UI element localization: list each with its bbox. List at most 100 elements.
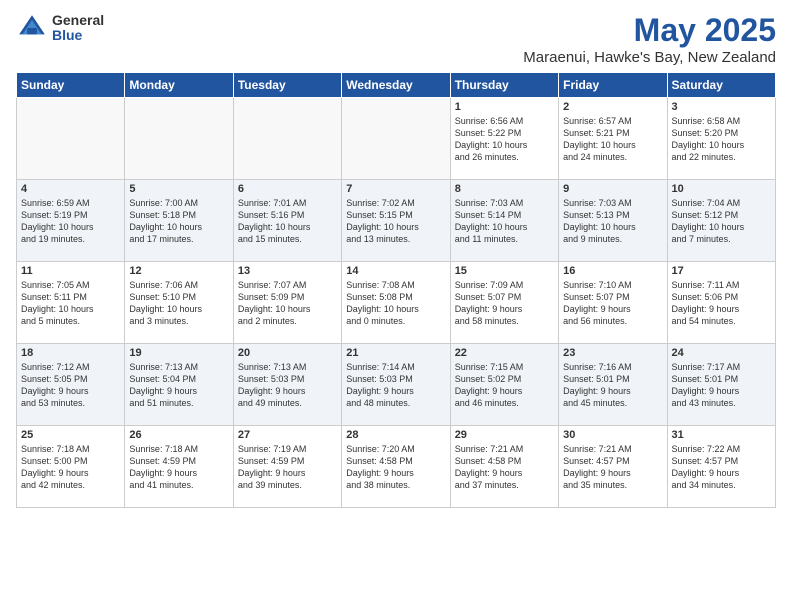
day-number: 27 [238,429,337,441]
day-info: Sunrise: 7:18 AM Sunset: 4:59 PM Dayligh… [129,443,228,492]
day-info: Sunrise: 7:12 AM Sunset: 5:05 PM Dayligh… [21,361,120,410]
day-info: Sunrise: 7:02 AM Sunset: 5:15 PM Dayligh… [346,197,445,246]
col-monday: Monday [125,73,233,98]
day-number: 28 [346,429,445,441]
table-row: 17 Sunrise: 7:11 AM Sunset: 5:06 PM Dayli… [667,262,775,344]
table-row: 1Sunrise: 6:56 AM Sunset: 5:22 PM Daylig… [450,98,558,180]
day-info: Sunrise: 6:58 AM Sunset: 5:20 PM Dayligh… [672,115,771,164]
day-info: Sunrise: 7:06 AM Sunset: 5:10 PM Dayligh… [129,279,228,328]
day-number: 31 [672,429,771,441]
day-info: Sunrise: 7:10 AM Sunset: 5:07 PM Dayligh… [563,279,662,328]
day-info: Sunrise: 6:57 AM Sunset: 5:21 PM Dayligh… [563,115,662,164]
day-number: 15 [455,265,554,277]
day-number: 24 [672,347,771,359]
calendar-week-row: 11 Sunrise: 7:05 AM Sunset: 5:11 PM Dayli… [17,262,776,344]
table-row: 8 Sunrise: 7:03 AM Sunset: 5:14 PM Daylig… [450,180,558,262]
day-info: Sunrise: 6:59 AM Sunset: 5:19 PM Dayligh… [21,197,120,246]
day-number: 23 [563,347,662,359]
table-row: 30 Sunrise: 7:21 AM Sunset: 4:57 PM Dayli… [559,426,667,508]
calendar-table: Sunday Monday Tuesday Wednesday Thursday… [16,72,776,508]
day-number: 17 [672,265,771,277]
day-info: Sunrise: 7:14 AM Sunset: 5:03 PM Dayligh… [346,361,445,410]
logo-icon [16,12,48,44]
table-row: 11 Sunrise: 7:05 AM Sunset: 5:11 PM Dayli… [17,262,125,344]
col-sunday: Sunday [17,73,125,98]
day-info: Sunrise: 7:03 AM Sunset: 5:13 PM Dayligh… [563,197,662,246]
table-row: 27Sunrise: 7:19 AM Sunset: 4:59 PM Dayli… [233,426,341,508]
col-wednesday: Wednesday [342,73,450,98]
day-info: Sunrise: 7:22 AM Sunset: 4:57 PM Dayligh… [672,443,771,492]
table-row [125,98,233,180]
day-number: 22 [455,347,554,359]
table-row: 20 Sunrise: 7:13 AM Sunset: 5:03 PM Dayli… [233,344,341,426]
table-row: 14 Sunrise: 7:08 AM Sunset: 5:08 PM Dayli… [342,262,450,344]
table-row [17,98,125,180]
table-row: 23 Sunrise: 7:16 AM Sunset: 5:01 PM Dayli… [559,344,667,426]
calendar-page: General Blue May 2025 Maraenui, Hawke's … [0,0,792,612]
day-number: 14 [346,265,445,277]
day-number: 4 [21,183,120,195]
day-info: Sunrise: 7:13 AM Sunset: 5:04 PM Dayligh… [129,361,228,410]
table-row: 29 Sunrise: 7:21 AM Sunset: 4:58 PM Dayli… [450,426,558,508]
day-number: 20 [238,347,337,359]
table-row: 22 Sunrise: 7:15 AM Sunset: 5:02 PM Dayli… [450,344,558,426]
day-number: 16 [563,265,662,277]
day-number: 29 [455,429,554,441]
logo-blue-text: Blue [52,28,104,43]
table-row: 13 Sunrise: 7:07 AM Sunset: 5:09 PM Dayli… [233,262,341,344]
table-row: 6Sunrise: 7:01 AM Sunset: 5:16 PM Daylig… [233,180,341,262]
col-friday: Friday [559,73,667,98]
calendar-week-row: 1Sunrise: 6:56 AM Sunset: 5:22 PM Daylig… [17,98,776,180]
day-number: 11 [21,265,120,277]
day-number: 25 [21,429,120,441]
day-info: Sunrise: 7:03 AM Sunset: 5:14 PM Dayligh… [455,197,554,246]
day-number: 1 [455,101,554,113]
day-info: Sunrise: 7:00 AM Sunset: 5:18 PM Dayligh… [129,197,228,246]
table-row: 19 Sunrise: 7:13 AM Sunset: 5:04 PM Dayli… [125,344,233,426]
day-info: Sunrise: 7:21 AM Sunset: 4:58 PM Dayligh… [455,443,554,492]
day-info: Sunrise: 7:05 AM Sunset: 5:11 PM Dayligh… [21,279,120,328]
logo-text: General Blue [52,13,104,44]
day-info: Sunrise: 7:13 AM Sunset: 5:03 PM Dayligh… [238,361,337,410]
day-number: 30 [563,429,662,441]
table-row: 15 Sunrise: 7:09 AM Sunset: 5:07 PM Dayli… [450,262,558,344]
table-row: 3Sunrise: 6:58 AM Sunset: 5:20 PM Daylig… [667,98,775,180]
day-info: Sunrise: 7:17 AM Sunset: 5:01 PM Dayligh… [672,361,771,410]
calendar-week-row: 4 Sunrise: 6:59 AM Sunset: 5:19 PM Daylig… [17,180,776,262]
location-text: Maraenui, Hawke's Bay, New Zealand [523,49,776,66]
day-info: Sunrise: 7:20 AM Sunset: 4:58 PM Dayligh… [346,443,445,492]
month-title: May 2025 [523,12,776,49]
day-info: Sunrise: 7:16 AM Sunset: 5:01 PM Dayligh… [563,361,662,410]
table-row [233,98,341,180]
day-number: 10 [672,183,771,195]
day-info: Sunrise: 7:09 AM Sunset: 5:07 PM Dayligh… [455,279,554,328]
day-info: Sunrise: 7:08 AM Sunset: 5:08 PM Dayligh… [346,279,445,328]
table-row: 26Sunrise: 7:18 AM Sunset: 4:59 PM Dayli… [125,426,233,508]
table-row: 25Sunrise: 7:18 AM Sunset: 5:00 PM Dayli… [17,426,125,508]
table-row: 28 Sunrise: 7:20 AM Sunset: 4:58 PM Dayli… [342,426,450,508]
day-number: 8 [455,183,554,195]
day-info: Sunrise: 7:04 AM Sunset: 5:12 PM Dayligh… [672,197,771,246]
table-row [342,98,450,180]
table-row: 10 Sunrise: 7:04 AM Sunset: 5:12 PM Dayli… [667,180,775,262]
day-number: 19 [129,347,228,359]
day-info: Sunrise: 7:07 AM Sunset: 5:09 PM Dayligh… [238,279,337,328]
table-row: 5Sunrise: 7:00 AM Sunset: 5:18 PM Daylig… [125,180,233,262]
day-number: 13 [238,265,337,277]
day-number: 21 [346,347,445,359]
table-row: 4 Sunrise: 6:59 AM Sunset: 5:19 PM Daylig… [17,180,125,262]
calendar-week-row: 25Sunrise: 7:18 AM Sunset: 5:00 PM Dayli… [17,426,776,508]
day-number: 12 [129,265,228,277]
logo: General Blue [16,12,104,44]
table-row: 24 Sunrise: 7:17 AM Sunset: 5:01 PM Dayli… [667,344,775,426]
table-row: 18Sunrise: 7:12 AM Sunset: 5:05 PM Dayli… [17,344,125,426]
calendar-week-row: 18Sunrise: 7:12 AM Sunset: 5:05 PM Dayli… [17,344,776,426]
day-info: Sunrise: 7:01 AM Sunset: 5:16 PM Dayligh… [238,197,337,246]
logo-general-text: General [52,13,104,28]
table-row: 31 Sunrise: 7:22 AM Sunset: 4:57 PM Dayli… [667,426,775,508]
day-info: Sunrise: 7:21 AM Sunset: 4:57 PM Dayligh… [563,443,662,492]
table-row: 12 Sunrise: 7:06 AM Sunset: 5:10 PM Dayli… [125,262,233,344]
day-info: Sunrise: 7:15 AM Sunset: 5:02 PM Dayligh… [455,361,554,410]
table-row: 16 Sunrise: 7:10 AM Sunset: 5:07 PM Dayli… [559,262,667,344]
day-info: Sunrise: 7:11 AM Sunset: 5:06 PM Dayligh… [672,279,771,328]
